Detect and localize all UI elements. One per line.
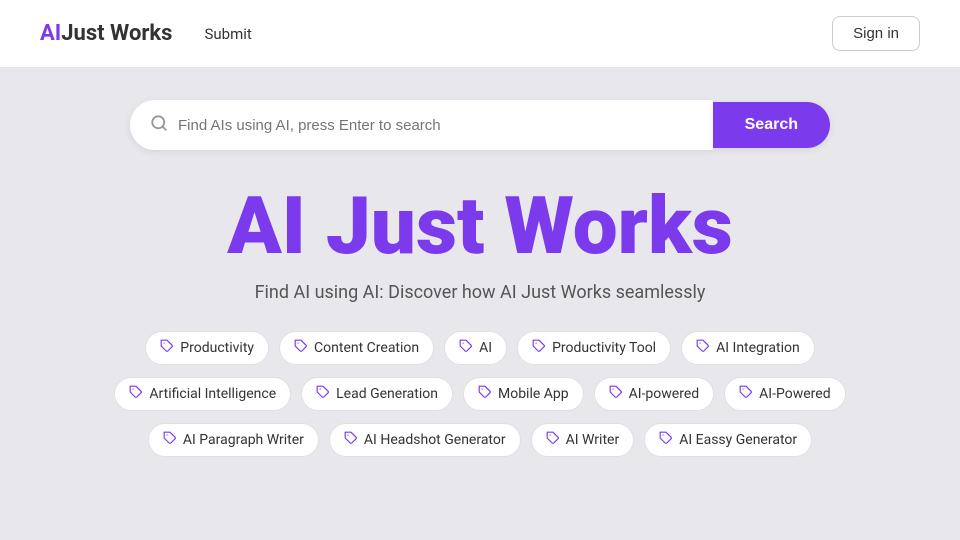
tag-label: AI Headshot Generator [364,432,506,448]
tag-icon [459,339,473,357]
tags-row-3: AI Paragraph Writer AI Headshot Generator… [148,423,812,457]
tag-item[interactable]: AI Eassy Generator [644,423,812,457]
tag-label: Productivity Tool [552,340,656,356]
header: AIJust Works Submit Sign in [0,0,960,68]
tag-icon [129,385,143,403]
tags-container: Productivity Content Creation AI Productivi… [20,331,940,457]
tag-item[interactable]: Productivity [145,331,269,365]
tag-icon [478,385,492,403]
logo-ai-part: AI [40,21,61,46]
tag-item[interactable]: AI Headshot Generator [329,423,521,457]
tag-icon [739,385,753,403]
search-button[interactable]: Search [713,102,830,148]
tag-label: Content Creation [314,340,419,356]
tag-item[interactable]: AI-Powered [724,377,845,411]
tag-icon [344,431,358,449]
search-input-wrapper [130,100,713,150]
tag-label: Productivity [180,340,254,356]
tag-icon [316,385,330,403]
tag-item[interactable]: Artificial Intelligence [114,377,291,411]
tag-item[interactable]: AI-powered [594,377,715,411]
tag-label: Mobile App [498,386,569,402]
tag-label: AI Eassy Generator [679,432,797,448]
tag-label: AI [479,340,492,356]
hero-subtitle: Find AI using AI: Discover how AI Just W… [255,282,706,303]
tag-icon [609,385,623,403]
tag-label: AI-powered [629,386,700,402]
tag-item[interactable]: AI [444,331,507,365]
tag-item[interactable]: Productivity Tool [517,331,671,365]
tag-item[interactable]: Content Creation [279,331,434,365]
logo[interactable]: AIJust Works [40,21,173,46]
tag-icon [160,339,174,357]
tag-icon [532,339,546,357]
tag-icon [696,339,710,357]
sign-in-button[interactable]: Sign in [832,16,920,51]
tag-item[interactable]: AI Writer [531,423,635,457]
tag-label: AI Integration [716,340,800,356]
search-icon [150,114,168,136]
tag-item[interactable]: AI Integration [681,331,815,365]
tag-item[interactable]: Mobile App [463,377,584,411]
tag-icon [659,431,673,449]
main-content: Search AI Just Works Find AI using AI: D… [0,68,960,477]
nav-submit-link[interactable]: Submit [205,25,252,43]
tag-icon [294,339,308,357]
logo-rest-part: Just Works [61,21,172,46]
search-bar: Search [130,100,830,150]
tag-label: AI Paragraph Writer [183,432,304,448]
tag-label: Lead Generation [336,386,438,402]
tag-item[interactable]: Lead Generation [301,377,453,411]
tag-item[interactable]: AI Paragraph Writer [148,423,319,457]
search-input[interactable] [178,117,693,134]
tag-label: Artificial Intelligence [149,386,276,402]
tag-label: AI-Powered [759,386,830,402]
tag-label: AI Writer [566,432,620,448]
hero-title: AI Just Works [227,186,733,266]
tags-row-1: Productivity Content Creation AI Productivi… [145,331,814,365]
tag-icon [163,431,177,449]
tag-icon [546,431,560,449]
header-left: AIJust Works Submit [40,21,252,46]
tags-row-2: Artificial Intelligence Lead Generation Mo… [114,377,845,411]
